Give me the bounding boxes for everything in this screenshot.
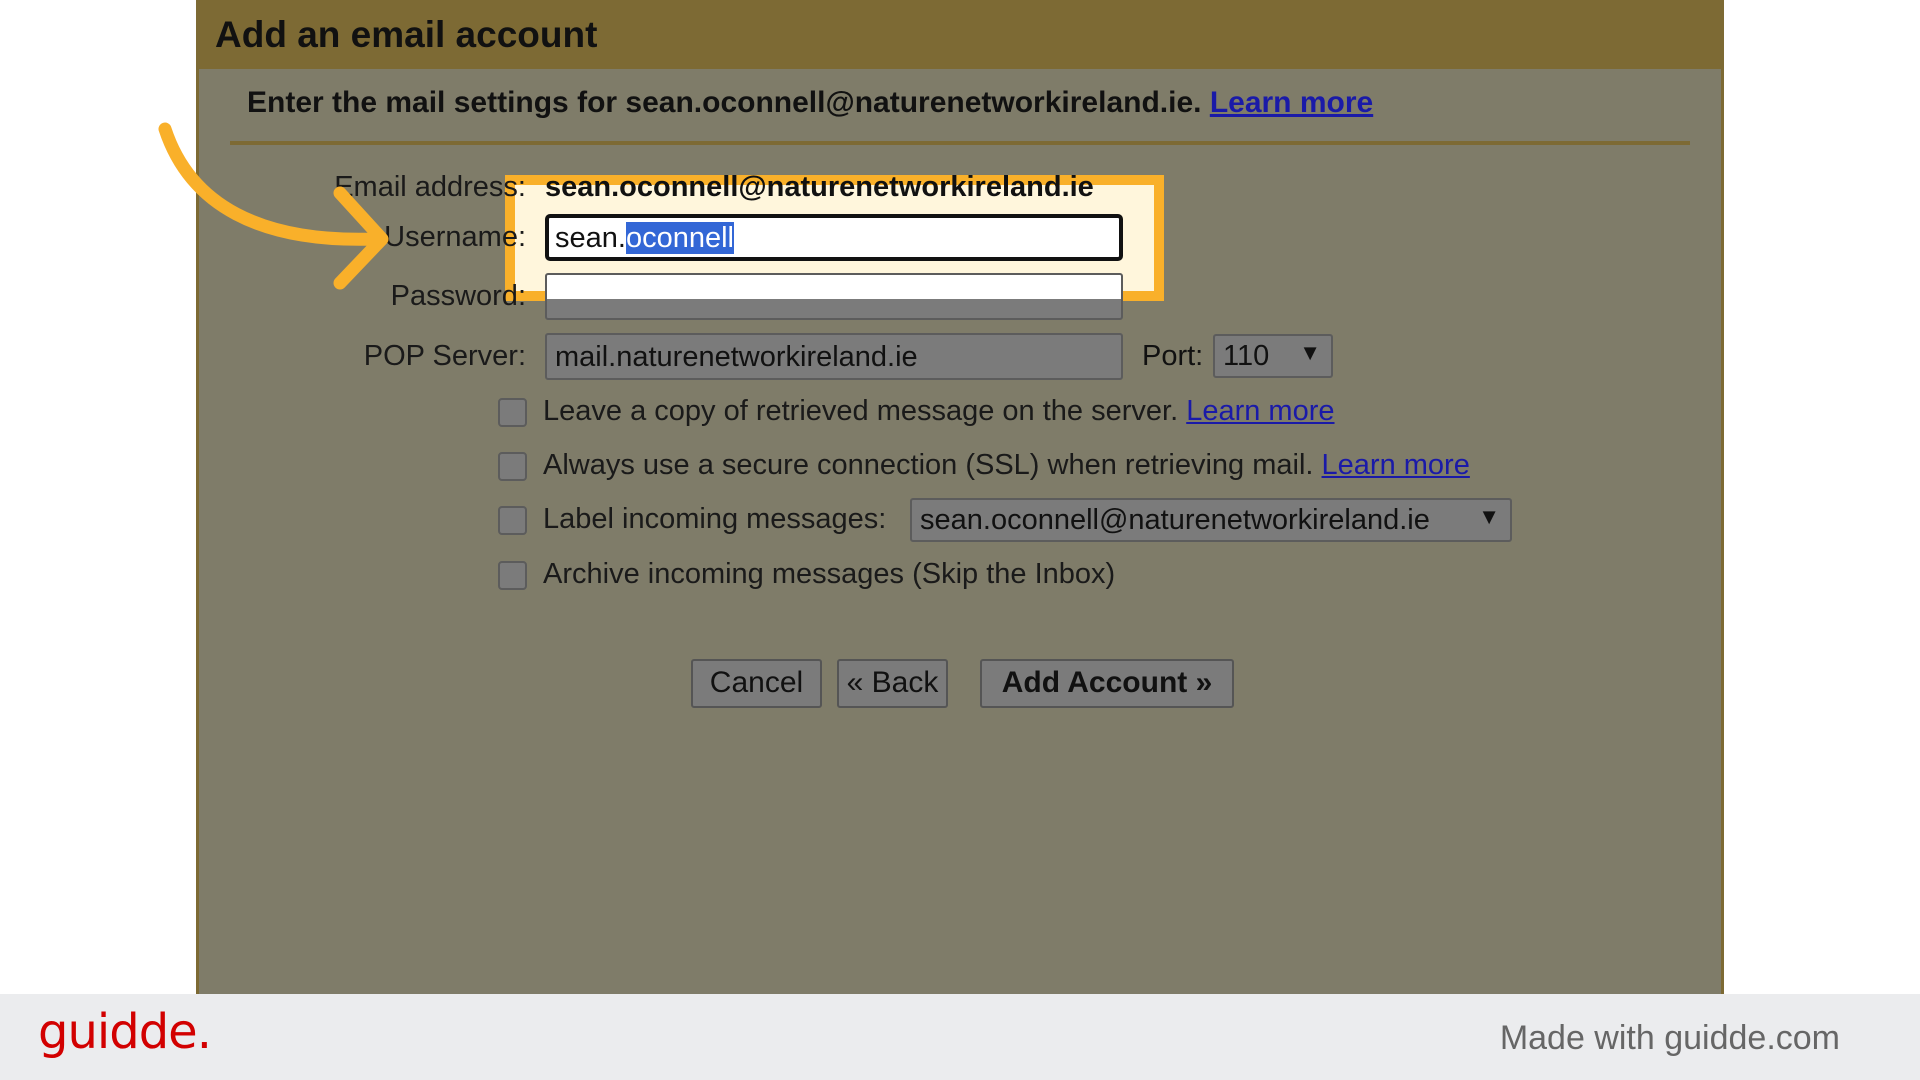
divider	[230, 141, 1690, 145]
username-selection: oconnell	[626, 222, 734, 254]
option-leave-copy: Leave a copy of retrieved message on the…	[543, 395, 1335, 428]
dialog-subtitle: Enter the mail settings for sean.oconnel…	[247, 86, 1373, 120]
leave-copy-checkbox[interactable]	[498, 398, 527, 427]
username-label: Username:	[384, 221, 526, 254]
add-account-button[interactable]: Add Account »	[980, 659, 1234, 708]
option-archive: Archive incoming messages (Skip the Inbo…	[543, 558, 1115, 591]
made-with-text: Made with guidde.com	[1500, 1019, 1840, 1058]
pop-server-input[interactable]: mail.naturenetworkireland.ie	[545, 333, 1123, 380]
chevron-down-icon: ▼	[1478, 504, 1500, 530]
password-input[interactable]	[545, 273, 1123, 320]
learn-more-link[interactable]: Learn more	[1322, 449, 1470, 481]
ssl-checkbox[interactable]	[498, 452, 527, 481]
guidde-logo: guidde.	[38, 1004, 211, 1060]
back-button[interactable]: « Back	[837, 659, 948, 708]
username-input[interactable]: sean.oconnell	[545, 214, 1123, 261]
pop-server-label: POP Server:	[364, 340, 526, 373]
email-value: sean.oconnell@naturenetworkireland.ie	[545, 171, 1094, 204]
arrow-annotation-icon	[150, 115, 400, 295]
add-email-dialog: Add an email account Enter the mail sett…	[196, 0, 1724, 994]
label-select[interactable]: sean.oconnell@naturenetworkireland.ie ▼	[910, 498, 1512, 542]
cancel-button[interactable]: Cancel	[691, 659, 822, 708]
dialog-header: Add an email account	[199, 0, 1721, 69]
username-text: sean.	[555, 222, 626, 254]
option-label: Always use a secure connection (SSL) whe…	[543, 449, 1313, 481]
password-label: Password:	[391, 280, 526, 313]
option-label: Leave a copy of retrieved message on the…	[543, 395, 1178, 427]
learn-more-link[interactable]: Learn more	[1186, 395, 1334, 427]
option-ssl: Always use a secure connection (SSL) whe…	[543, 449, 1470, 482]
port-value: 110	[1223, 340, 1269, 372]
chevron-down-icon: ▼	[1299, 340, 1321, 366]
learn-more-link[interactable]: Learn more	[1210, 86, 1373, 119]
label-select-value: sean.oconnell@naturenetworkireland.ie	[920, 504, 1430, 536]
footer: guidde. Made with guidde.com	[0, 994, 1920, 1080]
port-label: Port:	[1142, 340, 1203, 373]
label-incoming-checkbox[interactable]	[498, 506, 527, 535]
option-label-incoming: Label incoming messages:	[543, 503, 886, 536]
archive-checkbox[interactable]	[498, 561, 527, 590]
dialog-title: Add an email account	[215, 14, 597, 56]
port-select[interactable]: 110 ▼	[1213, 334, 1333, 378]
